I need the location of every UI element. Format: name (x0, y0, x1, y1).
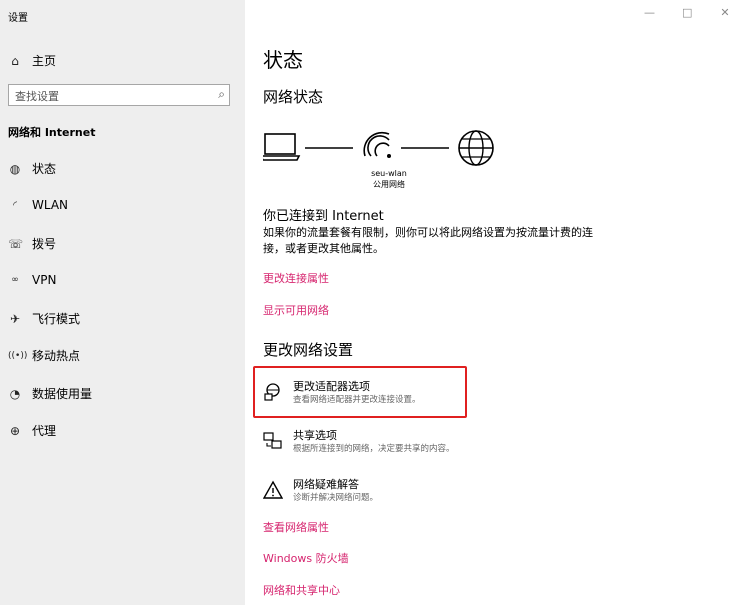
laptop-icon (259, 133, 301, 161)
sidebar-item-label: WLAN (32, 198, 69, 212)
status-globe-icon: ◍ (9, 161, 21, 176)
airplane-icon: ✈ (9, 311, 21, 326)
close-icon[interactable]: ✕ (720, 6, 730, 19)
dial-up-icon: ☏ (8, 236, 24, 251)
vpn-icon: ∞ (11, 275, 19, 285)
proxy-globe-icon: ⊕ (9, 423, 21, 438)
option-title: 网络疑难解答 (293, 478, 359, 491)
sidebar-item-proxy[interactable]: ⊕ 代理 (8, 422, 56, 439)
sidebar-item-label: 主页 (32, 54, 57, 68)
sidebar-item-hotspot[interactable]: ((•)) 移动热点 (8, 347, 80, 364)
sidebar-item-label: 飞行模式 (32, 312, 81, 326)
sidebar-item-dialup[interactable]: ☏ 拨号 (8, 235, 56, 252)
sharing-icon (263, 432, 282, 449)
network-caption: seu-wlan 公用网络 (359, 168, 419, 190)
data-usage-icon: ◔ (9, 386, 21, 401)
search-box[interactable]: ⌕ (8, 84, 230, 107)
change-network-settings-heading: 更改网络设置 (263, 341, 354, 359)
option-troubleshoot[interactable]: 网络疑难解答 诊断并解决网络问题。 (263, 478, 378, 504)
sidebar-item-label: 代理 (32, 424, 57, 438)
sidebar-item-status[interactable]: ◍ 状态 (8, 160, 56, 177)
search-icon[interactable]: ⌕ (218, 87, 225, 102)
internet-globe-icon (458, 130, 494, 166)
sidebar-item-airplane[interactable]: ✈ 飞行模式 (8, 310, 80, 327)
option-change-adapter[interactable]: 更改适配器选项 查看网络适配器并更改连接设置。 (263, 380, 421, 406)
minimize-icon[interactable]: — (644, 6, 655, 19)
change-connection-properties-link[interactable]: 更改连接属性 (263, 270, 329, 286)
search-input[interactable] (9, 86, 201, 107)
network-ssid: seu-wlan (371, 169, 407, 178)
network-status-heading: 网络状态 (263, 88, 324, 106)
option-description: 诊断并解决网络问题。 (293, 493, 379, 503)
wifi-signal-icon (363, 131, 391, 158)
sidebar-item-wlan[interactable]: ◜ WLAN (8, 198, 68, 212)
window-title: 设置 (8, 13, 28, 24)
section-title: 网络和 Internet (8, 126, 96, 139)
warning-icon (263, 480, 283, 499)
connected-description: 如果你的流量套餐有限制，则你可以将此网络设置为按流量计费的连接，或者更改其他属性… (263, 226, 593, 255)
network-diagram: seu-wlan 公用网络 (259, 126, 503, 196)
show-available-networks-link[interactable]: 显示可用网络 (263, 302, 329, 318)
sidebar: 设置 ⌂ 主页 ⌕ 网络和 Internet ◍ 状态 ◜ WLAN ☏ 拨号 … (0, 0, 245, 605)
hotspot-icon: ((•)) (8, 350, 28, 361)
adapter-icon (264, 383, 280, 401)
option-title: 更改适配器选项 (293, 380, 370, 393)
option-title: 共享选项 (293, 429, 337, 442)
home-icon: ⌂ (11, 53, 19, 68)
sidebar-item-data-usage[interactable]: ◔ 数据使用量 (8, 385, 92, 402)
option-description: 根据所连接到的网络，决定要共享的内容。 (293, 444, 455, 454)
option-sharing[interactable]: 共享选项 根据所连接到的网络，决定要共享的内容。 (263, 429, 455, 455)
page-title: 状态 (263, 48, 303, 72)
sidebar-item-label: 移动热点 (32, 349, 81, 363)
option-description: 查看网络适配器并更改连接设置。 (293, 395, 421, 405)
windows-firewall-link[interactable]: Windows 防火墙 (263, 550, 349, 566)
sidebar-item-label: 拨号 (32, 237, 57, 251)
connected-heading: 你已连接到 Internet (263, 209, 384, 224)
sidebar-item-home[interactable]: ⌂ 主页 (8, 52, 56, 69)
main-panel: — □ ✕ 状态 网络状态 seu-wlan 公用网络 你已连接到 Intern… (245, 0, 738, 605)
network-sharing-center-link[interactable]: 网络和共享中心 (263, 582, 340, 598)
sidebar-item-label: 状态 (32, 162, 57, 176)
maximize-icon[interactable]: □ (682, 6, 692, 19)
wifi-icon: ◜ (13, 199, 17, 211)
sidebar-item-label: 数据使用量 (32, 387, 93, 401)
sidebar-item-label: VPN (32, 273, 57, 287)
view-network-properties-link[interactable]: 查看网络属性 (263, 519, 329, 535)
window-controls: — □ ✕ (644, 6, 730, 19)
network-type: 公用网络 (373, 180, 405, 189)
sidebar-item-vpn[interactable]: ∞ VPN (8, 273, 56, 287)
